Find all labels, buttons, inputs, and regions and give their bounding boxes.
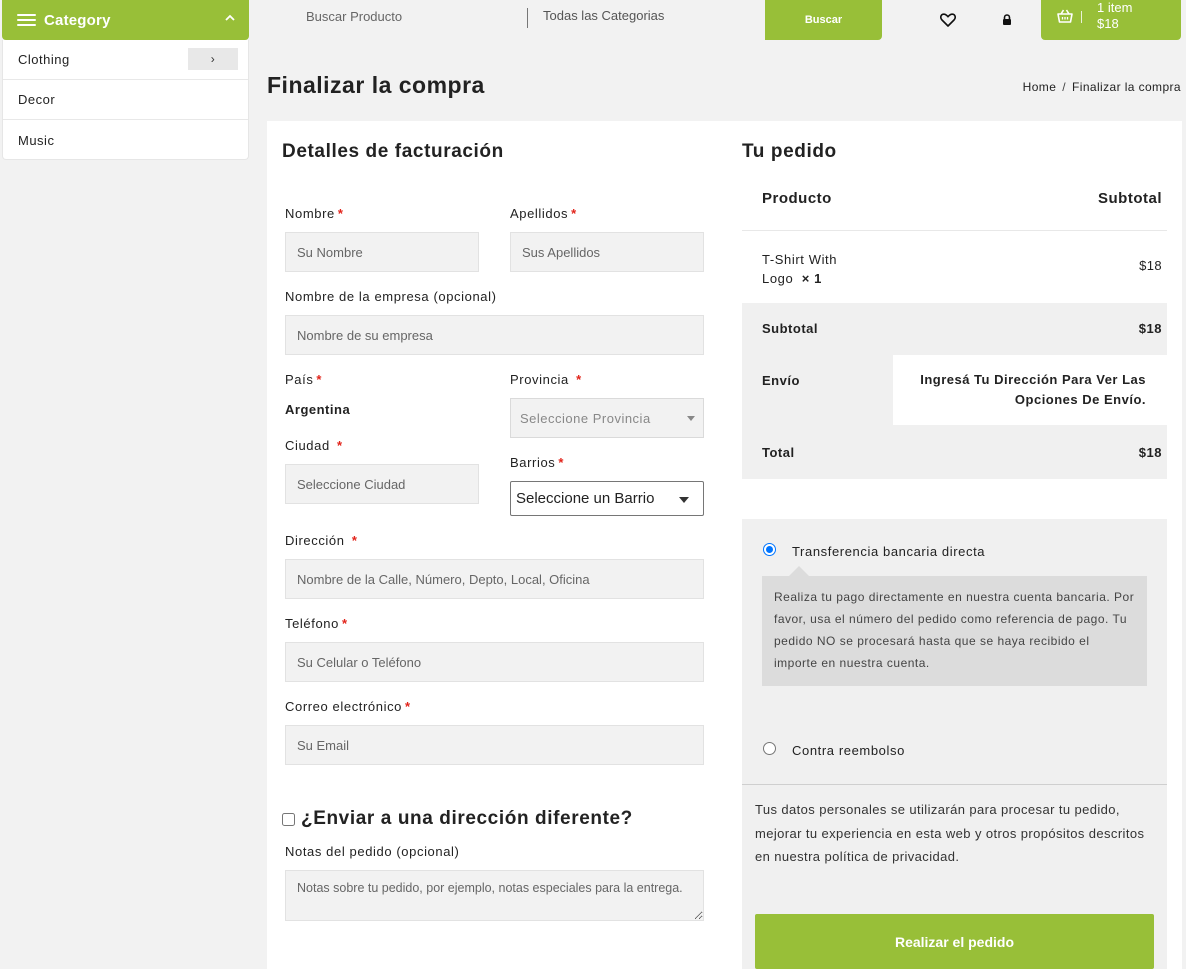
ship-different-row: ¿Enviar a una dirección diferente? <box>282 808 633 830</box>
order-item-price: $18 <box>1139 258 1162 273</box>
barrio-select[interactable]: Seleccione un Barrio <box>510 481 704 516</box>
basket-icon <box>1057 9 1073 23</box>
required-mark: * <box>571 206 577 221</box>
ship-different-checkbox[interactable] <box>282 812 295 826</box>
total-value: $18 <box>1138 445 1162 460</box>
subtotal-label: Subtotal <box>762 321 818 336</box>
province-select[interactable]: Seleccione Provincia <box>510 398 704 438</box>
last-name-label: Apellidos * <box>510 206 577 221</box>
address-label: Dirección * <box>285 533 358 548</box>
search-input[interactable] <box>290 0 527 32</box>
expand-arrow-icon[interactable]: › <box>188 48 238 70</box>
menu-icon <box>17 11 36 29</box>
billing-title: Detalles de facturación <box>282 141 504 162</box>
col-subtotal-header: Subtotal <box>1098 190 1162 207</box>
lock-icon <box>1002 14 1011 25</box>
order-item-qty: × 1 <box>801 271 822 286</box>
breadcrumb-separator: / <box>1062 80 1067 94</box>
required-mark: * <box>337 206 344 221</box>
required-mark: * <box>576 372 582 387</box>
category-toggle[interactable]: Category <box>2 0 249 40</box>
shipping-label: Envío <box>762 373 800 388</box>
place-order-button[interactable]: Realizar el pedido <box>755 914 1154 969</box>
barrio-value: Seleccione un Barrio <box>516 490 655 507</box>
phone-field[interactable] <box>285 642 704 682</box>
country-label: País * <box>285 372 323 387</box>
required-mark: * <box>337 438 343 453</box>
province-placeholder: Seleccione Provincia <box>520 410 651 426</box>
category-list: Clothing › Decor Music <box>2 40 249 160</box>
country-value: Argentina <box>285 402 351 417</box>
notes-field[interactable] <box>285 870 704 921</box>
phone-label: Teléfono * <box>285 616 348 631</box>
order-subtotal-row: Subtotal $18 <box>742 303 1167 355</box>
bank-transfer-label[interactable]: Transferencia bancaria directa <box>792 544 985 559</box>
subtotal-value: $18 <box>1138 321 1162 336</box>
search-divider <box>527 8 528 28</box>
last-name-field[interactable] <box>510 232 704 272</box>
category-item-label: Music <box>18 132 55 148</box>
chevron-up-icon <box>225 11 235 25</box>
notes-label: Notas del pedido (opcional) <box>285 844 460 859</box>
barrio-label: Barrios * <box>510 455 565 470</box>
company-field[interactable] <box>285 315 704 355</box>
required-mark: * <box>316 372 323 387</box>
breadcrumb-home[interactable]: Home <box>1023 80 1057 94</box>
payment-section: Transferencia bancaria directa Realiza t… <box>742 519 1167 969</box>
company-label: Nombre de la empresa (opcional) <box>285 289 497 304</box>
cash-on-delivery-radio[interactable] <box>763 742 776 755</box>
order-total-row: Total $18 <box>742 425 1167 479</box>
heart-icon <box>939 13 956 27</box>
shipping-value: Ingresá Tu Dirección Para Ver Las Opcion… <box>893 355 1167 425</box>
total-label: Total <box>762 445 795 460</box>
ship-different-label[interactable]: ¿Enviar a una dirección diferente? <box>301 808 633 830</box>
address-field[interactable] <box>285 559 704 599</box>
first-name-label: Nombre * <box>285 206 344 221</box>
required-mark: * <box>405 699 411 714</box>
required-mark: * <box>351 533 358 548</box>
search-bar: Todas las Categorias Buscar <box>290 0 882 40</box>
category-item-decor[interactable]: Decor <box>3 80 248 120</box>
cash-on-delivery-label[interactable]: Contra reembolso <box>792 743 905 758</box>
description-notch <box>789 566 809 576</box>
col-product-header: Producto <box>762 190 832 207</box>
category-item-label: Decor <box>18 92 56 107</box>
page-title: Finalizar la compra <box>267 72 485 98</box>
dropdown-arrow-icon <box>687 416 695 421</box>
province-label: Provincia * <box>510 372 582 387</box>
search-button[interactable]: Buscar <box>765 0 882 40</box>
dropdown-arrow-icon <box>679 497 689 503</box>
payment-divider <box>742 784 1167 785</box>
required-mark: * <box>558 455 565 470</box>
cart-count: 1 item <box>1097 0 1133 15</box>
wishlist-button[interactable] <box>923 0 972 40</box>
category-header-label: Category <box>44 11 111 29</box>
privacy-text: Tus datos personales se utilizarán para … <box>755 802 1145 864</box>
order-item-row: T-Shirt With Logo × 1 $18 <box>742 231 1167 303</box>
order-shipping-row: Envío Ingresá Tu Dirección Para Ver Las … <box>742 355 1167 425</box>
breadcrumb: Home / Finalizar la compra <box>1023 80 1181 94</box>
cart-divider <box>1081 11 1082 23</box>
bank-transfer-radio[interactable] <box>763 543 776 556</box>
order-table-header: Producto Subtotal <box>742 177 1167 231</box>
first-name-field[interactable] <box>285 232 479 272</box>
city-field[interactable] <box>285 464 479 504</box>
category-item-music[interactable]: Music <box>3 120 248 160</box>
account-button[interactable] <box>982 0 1031 40</box>
email-label: Correo electrónico * <box>285 699 411 714</box>
breadcrumb-current: Finalizar la compra <box>1072 80 1181 94</box>
cart-button[interactable]: 1 item $18 <box>1041 0 1181 40</box>
email-field[interactable] <box>285 725 704 765</box>
category-item-label: Clothing <box>18 52 70 67</box>
order-title: Tu pedido <box>742 141 837 162</box>
city-label: Ciudad * <box>285 438 343 453</box>
required-mark: * <box>341 616 348 631</box>
category-item-clothing[interactable]: Clothing › <box>3 40 248 80</box>
cart-amount: $18 <box>1097 16 1119 31</box>
search-category-select[interactable]: Todas las Categorias <box>543 8 664 23</box>
order-item-name: T-Shirt With Logo × 1 <box>762 252 838 286</box>
bank-transfer-description: Realiza tu pago directamente en nuestra … <box>762 576 1147 686</box>
